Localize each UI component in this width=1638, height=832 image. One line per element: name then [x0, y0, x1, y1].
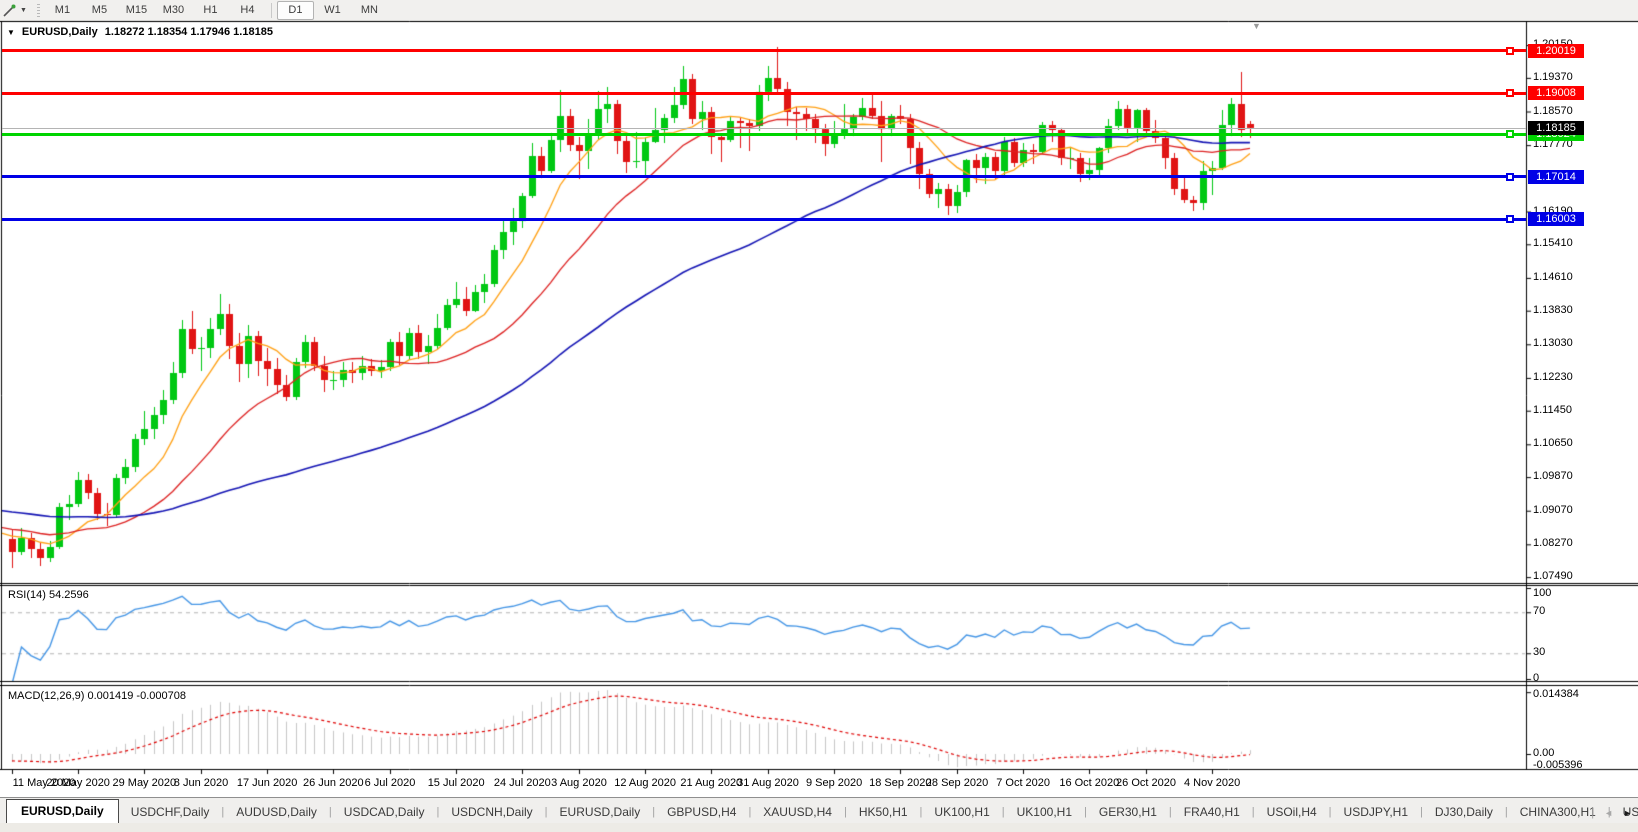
chart-tab-eurusd-daily-5[interactable]: EURUSD,Daily — [548, 801, 653, 824]
chart-symbol-period: EURUSD,Daily — [22, 26, 98, 38]
rsi-label: RSI(14) 54.2596 — [8, 589, 89, 601]
chart-tab-uk100-h1-9[interactable]: UK100,H1 — [922, 801, 1001, 824]
tab-arrows-separator: | — [1591, 807, 1594, 819]
chart-tab-bar: EURUSD,DailyUSDCHF,Daily|AUDUSD,Daily|US… — [0, 797, 1638, 824]
chart-tabs: EURUSD,DailyUSDCHF,Daily|AUDUSD,Daily|US… — [0, 799, 1638, 824]
chart-tab-usdjpy-h1-14[interactable]: USDJPY,H1 — [1332, 801, 1420, 824]
status-strip — [0, 823, 1638, 832]
chart-tab-usdcnh-daily-4[interactable]: USDCNH,Daily — [439, 801, 544, 824]
chart-tab-audusd-daily-2[interactable]: AUDUSD,Daily — [224, 801, 329, 824]
chart-tab-ger30-h1-11[interactable]: GER30,H1 — [1087, 801, 1169, 824]
chart-tab-gbpusd-h4-6[interactable]: GBPUSD,H4 — [655, 801, 748, 824]
chart-tab-usoil-h4-13[interactable]: USOil,H4 — [1255, 801, 1329, 824]
chart-tab-xauusd-h4-7[interactable]: XAUUSD,H4 — [751, 801, 844, 824]
chart-tab-hk50-h1-8[interactable]: HK50,H1 — [847, 801, 920, 824]
chart-tab-usdcad-daily-3[interactable]: USDCAD,Daily — [332, 801, 437, 824]
macd-label: MACD(12,26,9) 0.001419 -0.000708 — [8, 690, 186, 702]
chart-tab-usdchf-daily-1[interactable]: USDCHF,Daily — [119, 801, 222, 824]
chart-title: ▼ EURUSD,Daily 1.18272 1.18354 1.17946 1… — [7, 26, 273, 38]
chart-tab-uk100-h1-10[interactable]: UK100,H1 — [1005, 801, 1084, 824]
tab-scroll-arrows: | ◄ ► — [1591, 807, 1632, 819]
trading-terminal-window: { "toolbar": { "timeframes": ["M1","M5",… — [0, 0, 1638, 832]
tabs-scroll-right-icon[interactable]: ► — [1623, 808, 1632, 818]
chart-tab-eurusd-daily-0[interactable]: EURUSD,Daily — [6, 799, 119, 824]
chart-tab-fra40-h1-12[interactable]: FRA40,H1 — [1172, 801, 1252, 824]
chart-tab-dj30-daily-15[interactable]: DJ30,Daily — [1423, 801, 1505, 824]
chart-canvas[interactable] — [0, 0, 1638, 832]
tabs-scroll-left-icon[interactable]: ◄ — [1604, 808, 1613, 818]
chart-title-collapse-icon[interactable]: ▼ — [7, 28, 15, 37]
chart-ohlc-values: 1.18272 1.18354 1.17946 1.18185 — [105, 26, 273, 38]
